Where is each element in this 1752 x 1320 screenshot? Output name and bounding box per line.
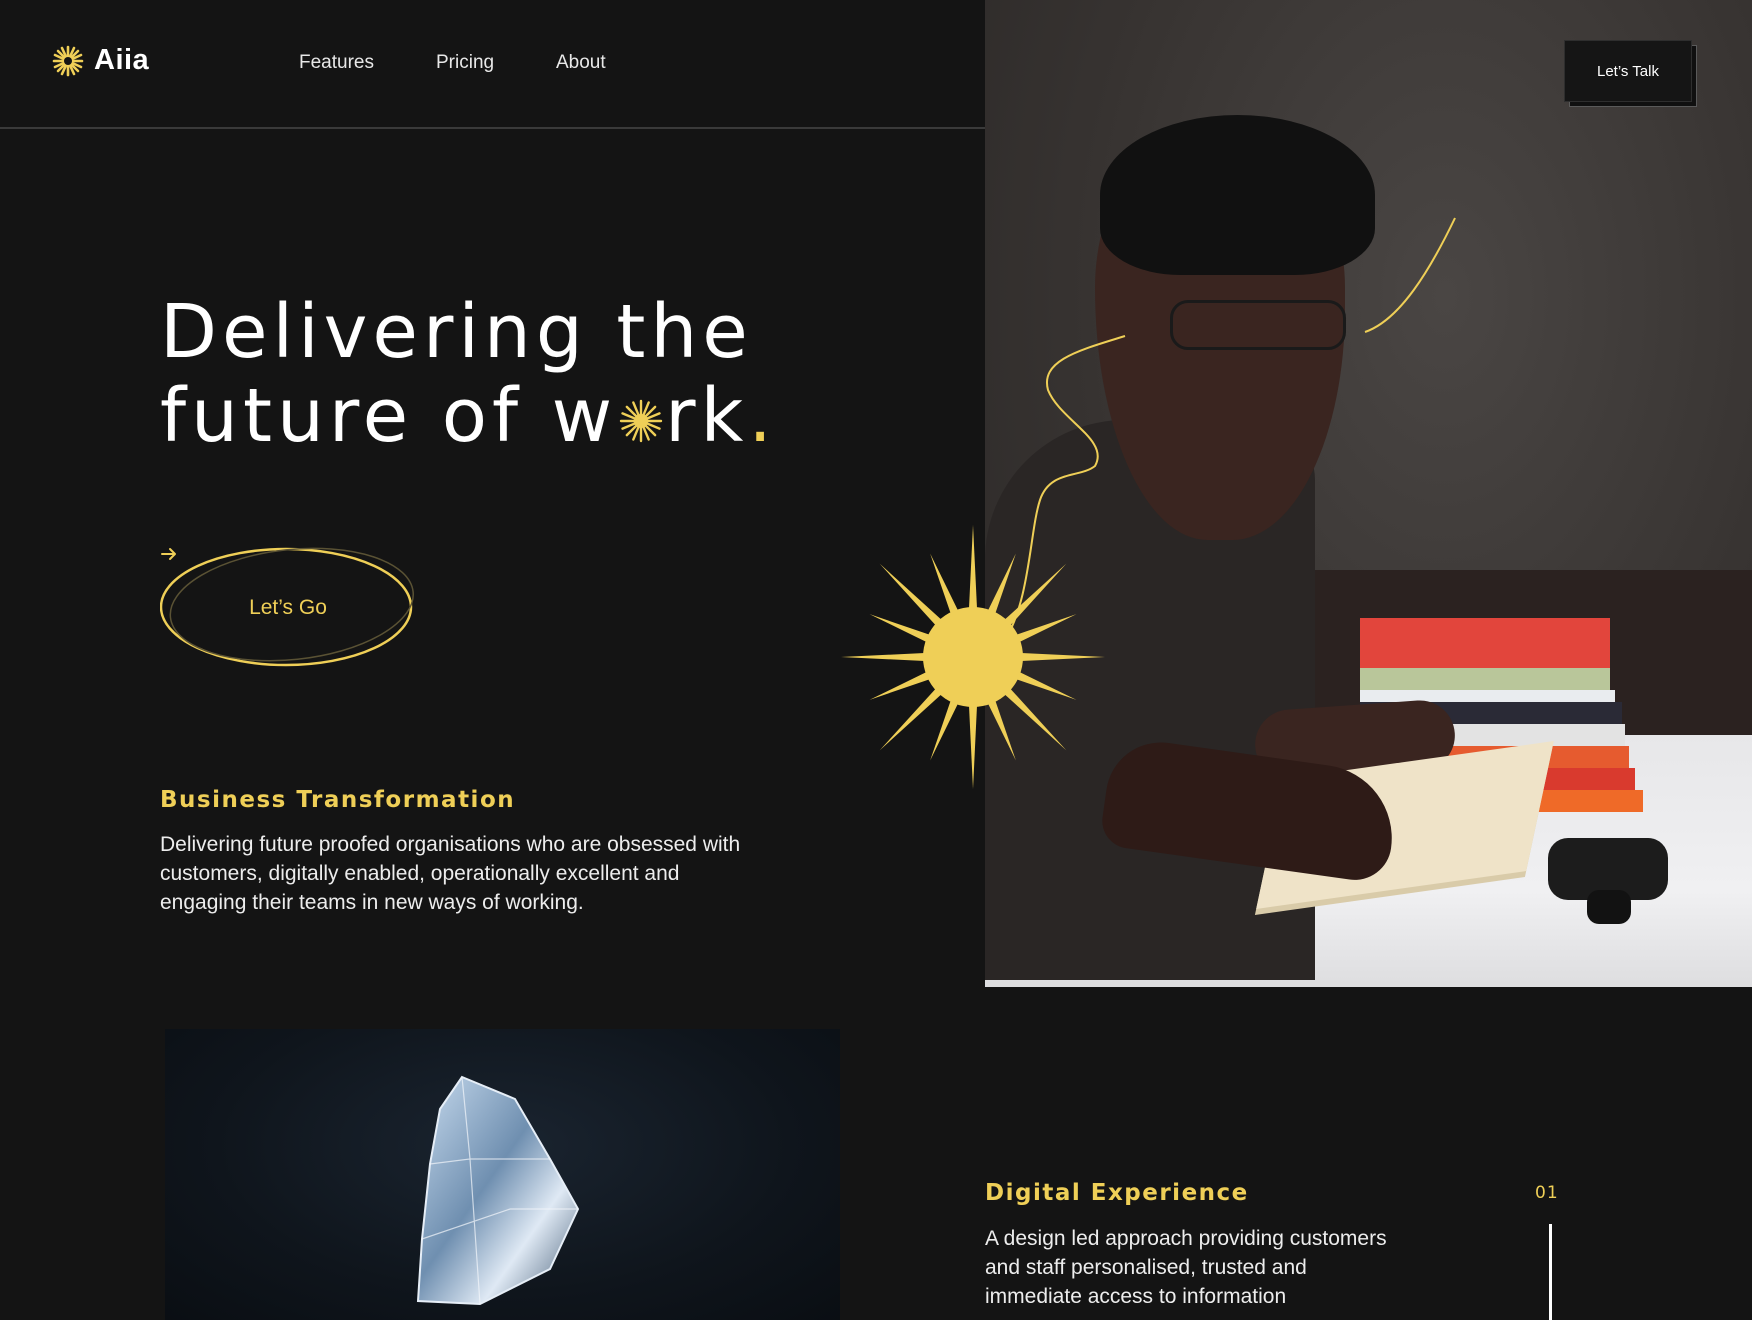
person-reading-photo	[985, 0, 1752, 987]
lets-go-button[interactable]: Let’s Go	[160, 545, 416, 670]
section-title-digital-experience: Digital Experience	[985, 1180, 1249, 1206]
lets-go-label: Let’s Go	[249, 595, 327, 619]
section-body-business-transformation: Delivering future proofed organisations …	[160, 833, 741, 914]
sunburst-icon	[52, 45, 84, 76]
brand-name: Aiia	[94, 44, 150, 76]
section-counter: 01	[1535, 1183, 1559, 1203]
top-navigation-bar: Aiia Features Pricing About	[0, 0, 985, 129]
section-title-business-transformation: Business Transformation	[160, 787, 516, 813]
hero-title-line-2-prefix: future of w	[160, 373, 618, 459]
nav-item-pricing[interactable]: Pricing	[436, 52, 494, 74]
hero-title-line-1: Delivering the	[160, 289, 753, 375]
hero-title-line-2-suffix: rk	[665, 373, 749, 459]
section-body-digital-experience: A design led approach providing customer…	[985, 1227, 1387, 1308]
nav-item-features[interactable]: Features	[299, 52, 374, 74]
section-divider-line	[1549, 1224, 1552, 1320]
sunburst-icon	[619, 399, 663, 443]
hero-title-dot: .	[748, 373, 777, 459]
lets-talk-button[interactable]: Let’s Talk	[1564, 40, 1692, 102]
brand-logo[interactable]: Aiia	[52, 44, 149, 77]
starburst-icon	[841, 525, 1105, 789]
nav-item-about[interactable]: About	[556, 52, 606, 74]
crystal-shape	[416, 1075, 580, 1306]
hero-title: Delivering the future of w rk.	[160, 290, 777, 458]
crystal-photo	[165, 1029, 840, 1320]
arrow-right-icon	[161, 548, 176, 560]
